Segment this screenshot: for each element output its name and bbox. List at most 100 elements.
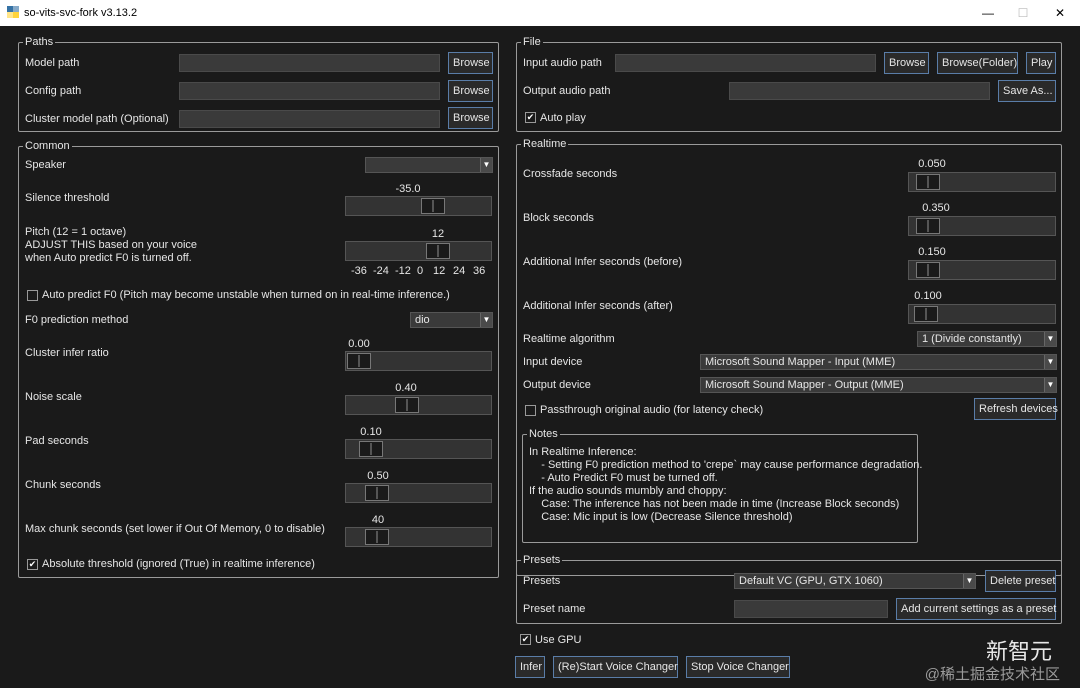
crossfade-value: 0.050 [918,158,946,170]
speaker-select[interactable]: ▼ [365,157,493,173]
model-browse-button[interactable]: Browse [448,52,493,74]
infer-before-label: Additional Infer seconds (before) [523,256,682,268]
slider-thumb[interactable] [916,174,940,190]
notes-line: Case: The inference has not been made in… [529,498,900,510]
pitch-tick: -24 [373,265,389,277]
watermark-logo-text: 新智元 [985,639,1052,664]
infer-after-label: Additional Infer seconds (after) [523,300,673,312]
silence-threshold-slider[interactable] [345,196,492,216]
silence-threshold-value: -35.0 [395,183,421,195]
config-browse-button[interactable]: Browse [448,80,493,102]
slider-thumb[interactable] [426,243,450,259]
pad-seconds-slider[interactable] [345,439,492,459]
crossfade-label: Crossfade seconds [523,168,618,180]
pitch-label-3: when Auto predict F0 is turned off. [25,252,192,264]
output-audio-input[interactable] [729,82,990,100]
config-path-input[interactable] [179,82,440,100]
main-window: Paths Model path Browse Config path Brow… [0,26,1080,688]
add-preset-button[interactable]: Add current settings as a preset [896,598,1056,620]
chevron-down-icon: ▼ [1044,378,1056,392]
block-seconds-value: 0.350 [922,202,950,214]
pitch-label-1: Pitch (12 = 1 octave) [25,226,127,238]
window-title: so-vits-svc-fork v3.13.2 [24,7,138,19]
chunk-seconds-slider[interactable] [345,483,492,503]
model-path-input[interactable] [179,54,440,72]
chevron-down-icon: ▼ [480,313,492,327]
python-icon [7,6,19,18]
input-audio-input[interactable] [615,54,876,72]
output-audio-label: Output audio path [523,85,611,97]
chevron-down-icon: ▼ [963,574,975,588]
realtime-algorithm-select[interactable]: 1 (Divide constantly) ▼ [917,331,1057,347]
input-device-select[interactable]: Microsoft Sound Mapper - Input (MME) ▼ [700,354,1057,370]
play-button[interactable]: Play [1026,52,1056,74]
slider-thumb[interactable] [365,485,389,501]
pitch-tick: -36 [351,265,367,277]
slider-thumb[interactable] [421,198,445,214]
pitch-slider[interactable] [345,241,492,261]
pitch-tick: -12 [395,265,411,277]
input-device-label: Input device [523,356,583,368]
abs-threshold-checkbox[interactable]: ✔ [27,559,38,570]
use-gpu-checkbox[interactable]: ✔ [520,634,531,645]
auto-f0-checkbox[interactable] [27,290,38,301]
common-legend: Common [23,139,72,153]
realtime-legend: Realtime [521,137,569,151]
stop-voice-changer-button[interactable]: Stop Voice Changer [686,656,790,678]
minimize-button[interactable]: — [973,4,1003,22]
noise-scale-label: Noise scale [25,391,82,403]
f0-method-select[interactable]: dio ▼ [410,312,493,328]
input-audio-label: Input audio path [523,57,602,69]
presets-legend: Presets [521,553,563,567]
realtime-algorithm-value: 1 (Divide constantly) [922,333,1022,345]
slider-thumb[interactable] [347,353,371,369]
slider-thumb[interactable] [359,441,383,457]
f0-method-label: F0 prediction method [25,314,129,326]
notes-text: In Realtime Inference: - Setting F0 pred… [529,446,923,524]
auto-play-label: Auto play [540,112,586,124]
crossfade-slider[interactable] [908,172,1056,192]
notes-line: - Setting F0 prediction method to 'crepe… [529,459,923,471]
block-seconds-slider[interactable] [908,216,1056,236]
slider-thumb[interactable] [916,218,940,234]
auto-play-checkbox[interactable]: ✔ [525,112,536,123]
cluster-path-label: Cluster model path (Optional) [25,113,169,125]
block-seconds-label: Block seconds [523,212,594,224]
max-chunk-slider[interactable] [345,527,492,547]
slider-thumb[interactable] [916,262,940,278]
presets-select[interactable]: Default VC (GPU, GTX 1060) ▼ [734,573,976,589]
presets-value: Default VC (GPU, GTX 1060) [739,575,883,587]
passthrough-checkbox[interactable] [525,405,536,416]
preset-name-input[interactable] [734,600,888,618]
slider-thumb[interactable] [365,529,389,545]
infer-before-slider[interactable] [908,260,1056,280]
pitch-ticks: -36 -24 -12 0 12 24 36 [347,264,493,278]
infer-after-slider[interactable] [908,304,1056,324]
maximize-button[interactable]: ☐ [1008,4,1038,22]
close-button[interactable]: ✕ [1045,4,1075,22]
notes-legend: Notes [527,427,560,441]
file-legend: File [521,35,543,49]
passthrough-label: Passthrough original audio (for latency … [540,404,764,416]
cluster-path-input[interactable] [179,110,440,128]
noise-scale-slider[interactable] [345,395,492,415]
abs-threshold-label: Absolute threshold (ignored (True) in re… [42,558,315,570]
output-device-select[interactable]: Microsoft Sound Mapper - Output (MME) ▼ [700,377,1057,393]
notes-line: Case: Mic input is low (Decrease Silence… [529,511,793,523]
restart-voice-changer-button[interactable]: (Re)Start Voice Changer [553,656,678,678]
cluster-ratio-slider[interactable] [345,351,492,371]
input-browse-button[interactable]: Browse [884,52,929,74]
slider-thumb[interactable] [395,397,419,413]
slider-thumb[interactable] [914,306,938,322]
save-as-button[interactable]: Save As... [998,80,1056,102]
refresh-devices-button[interactable]: Refresh devices [974,398,1058,420]
cluster-browse-button[interactable]: Browse [448,107,493,129]
infer-button[interactable]: Infer [515,656,545,678]
pitch-tick: 0 [417,265,424,277]
pitch-tick: 12 [433,265,446,277]
max-chunk-label: Max chunk seconds (set lower if Out Of M… [25,523,325,535]
delete-preset-button[interactable]: Delete preset [985,570,1056,592]
browse-folder-button[interactable]: Browse(Folder) [937,52,1018,74]
notes-line: If the audio sounds mumbly and choppy: [529,485,727,497]
pad-seconds-label: Pad seconds [25,435,89,447]
